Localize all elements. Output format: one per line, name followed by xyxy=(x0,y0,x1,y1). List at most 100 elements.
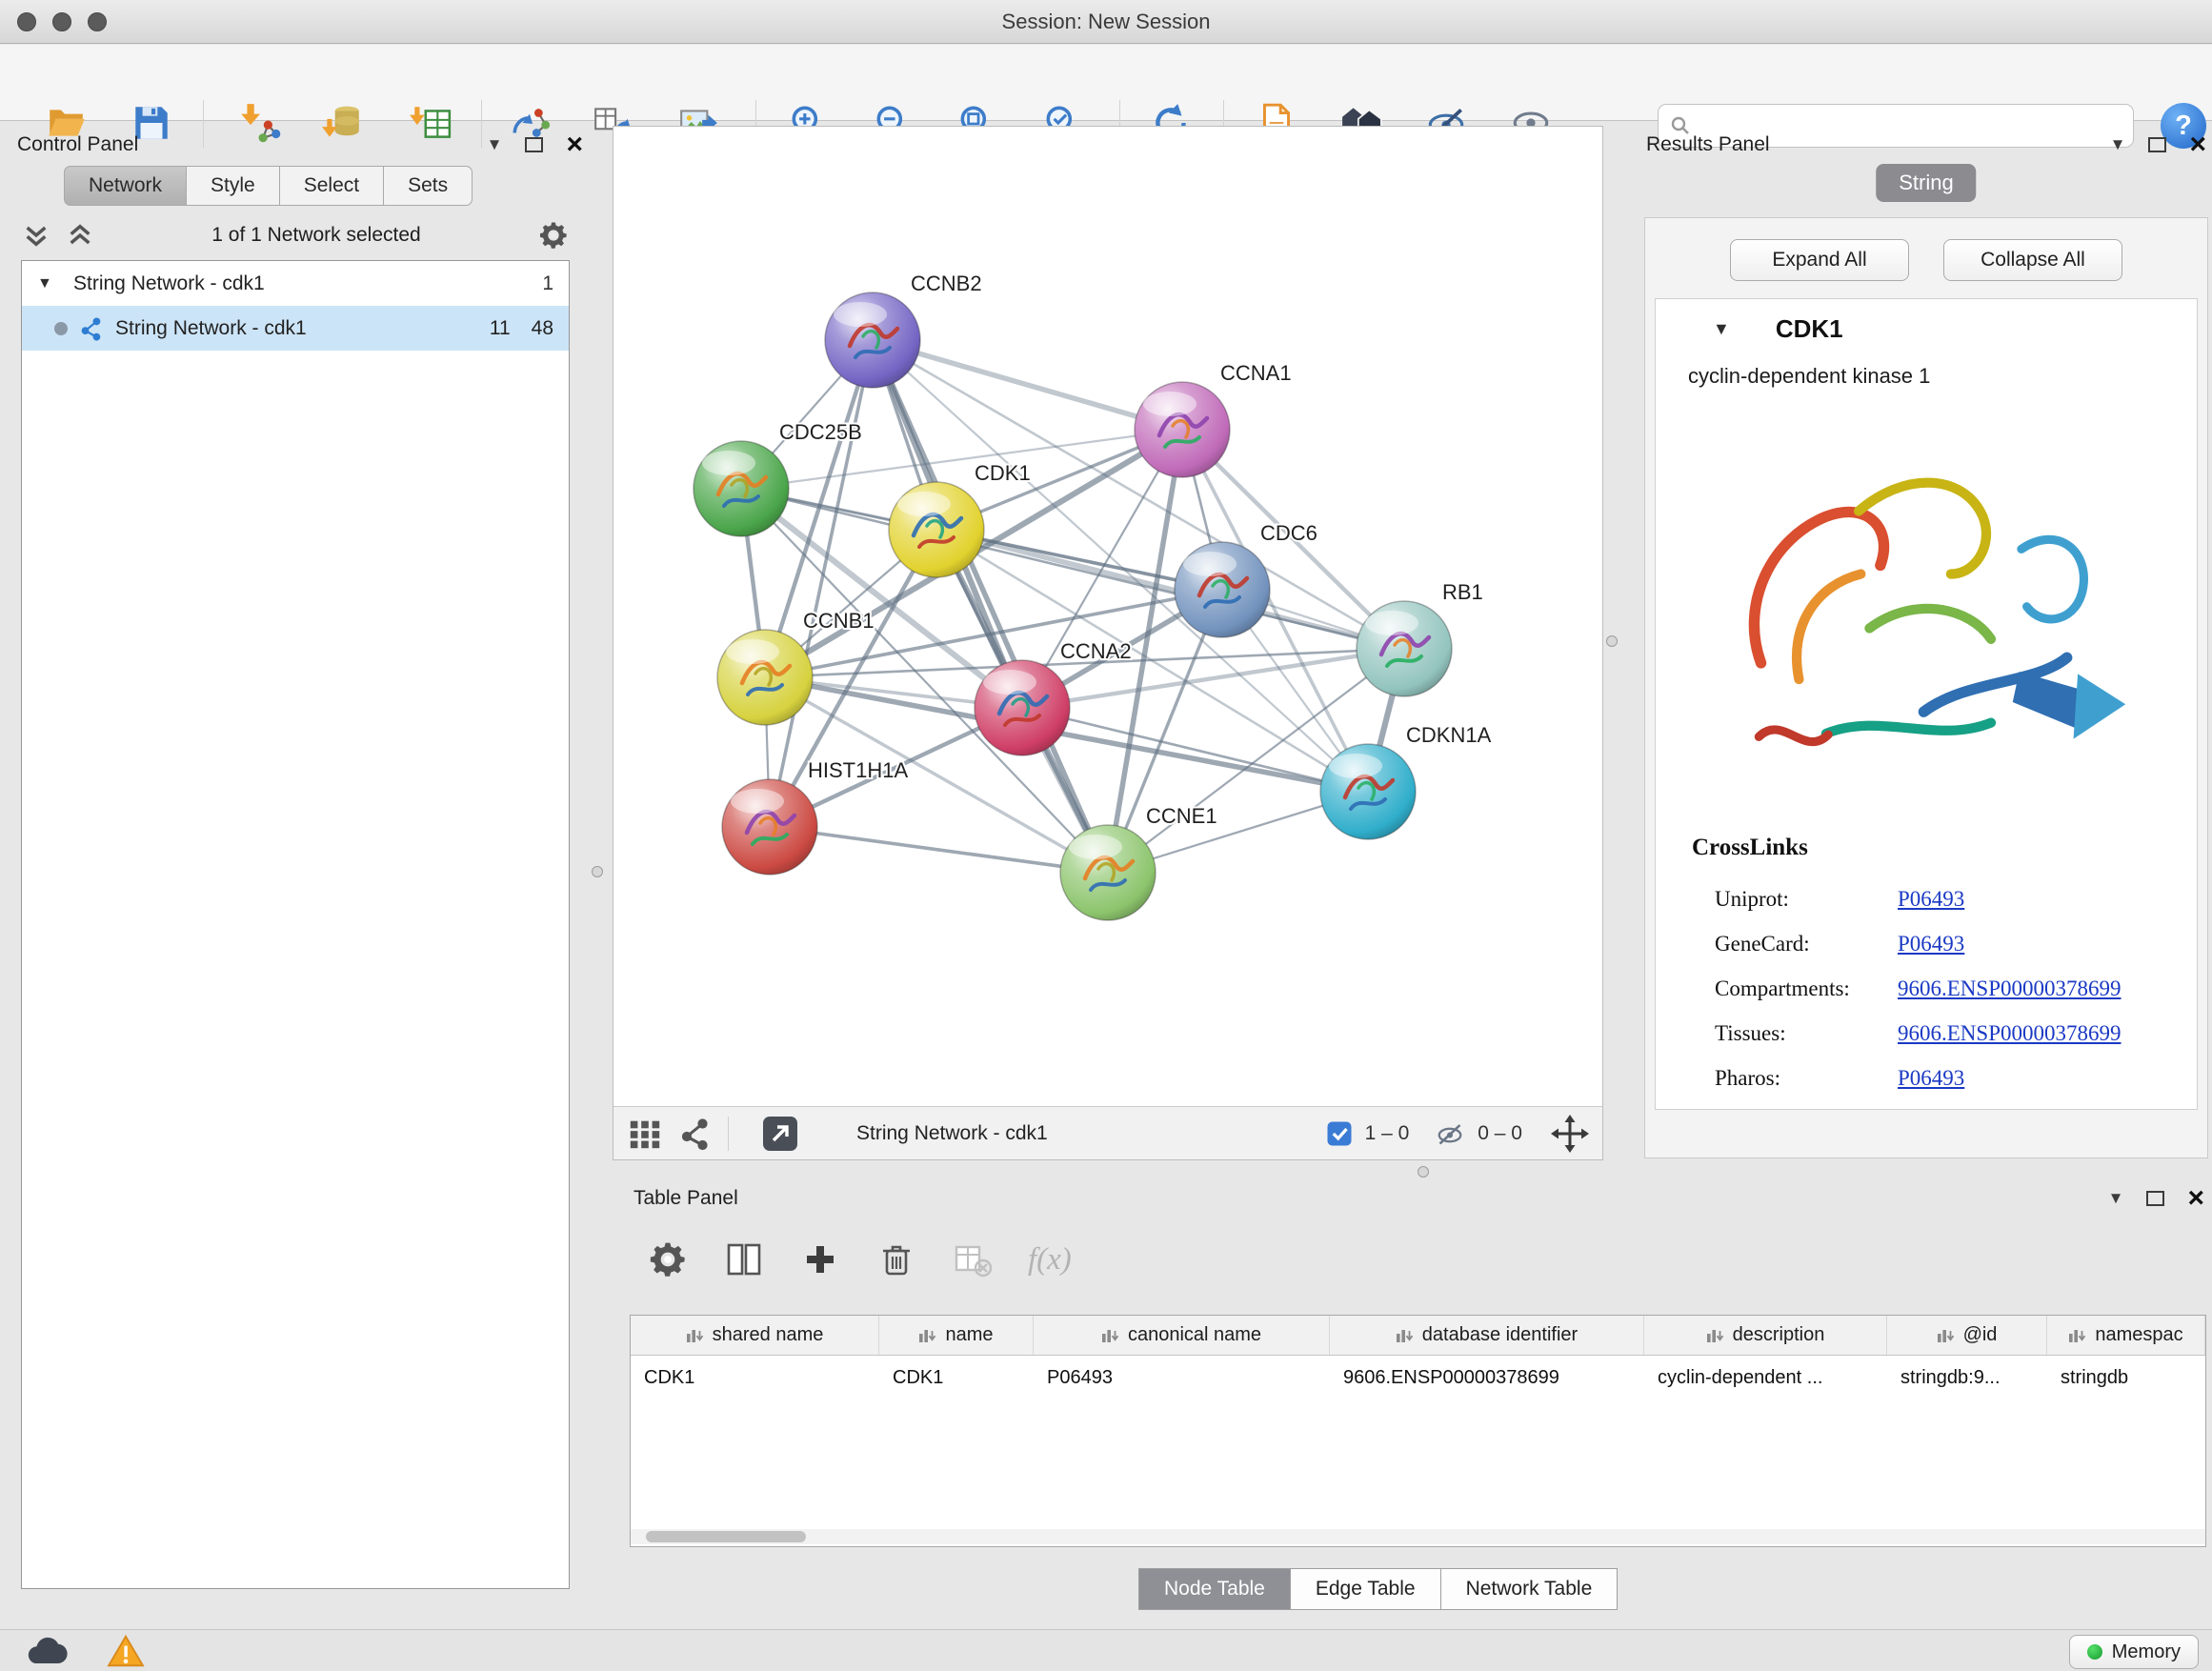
close-window-button[interactable] xyxy=(17,12,36,31)
column-header--id[interactable]: @id xyxy=(1887,1316,2047,1355)
collapse-all-button[interactable]: Collapse All xyxy=(1943,239,2122,281)
collapse-all-icon[interactable] xyxy=(21,220,51,251)
node-label: CDC6 xyxy=(1260,521,1317,545)
network-collection-row[interactable]: ▼ String Network - cdk1 1 xyxy=(22,261,569,306)
network-node-RB1[interactable]: RB1 xyxy=(1357,580,1483,696)
network-node-CCNA1[interactable]: CCNA1 xyxy=(1135,361,1292,477)
zoom-window-button[interactable] xyxy=(88,12,107,31)
network-node-CDKN1A[interactable]: CDKN1A xyxy=(1320,723,1492,839)
control-panel-header: Control Panel ▼ × xyxy=(17,126,583,164)
table-panel-header: Table Panel ▼ × xyxy=(633,1179,2204,1218)
tab-network-table[interactable]: Network Table xyxy=(1440,1568,1619,1610)
column-header-shared-name[interactable]: shared name xyxy=(631,1316,879,1355)
column-header-namespac[interactable]: namespac xyxy=(2047,1316,2205,1355)
network-glyph-icon[interactable] xyxy=(678,1117,713,1151)
panel-menu-icon[interactable]: ▼ xyxy=(2110,135,2126,154)
column-header-description[interactable]: description xyxy=(1644,1316,1887,1355)
statusbar: Memory xyxy=(0,1629,2212,1671)
delete-column-icon[interactable] xyxy=(875,1238,917,1280)
float-panel-icon[interactable] xyxy=(2148,137,2166,152)
results-panel: Results Panel ▼ × String Expand All Coll… xyxy=(1640,126,2212,1160)
table-cell[interactable]: P06493 xyxy=(1034,1356,1330,1399)
birdseye-grid-icon[interactable] xyxy=(627,1116,663,1152)
float-panel-icon[interactable] xyxy=(525,137,543,152)
results-panel-header: Results Panel ▼ × xyxy=(1646,126,2206,164)
column-header-canonical-name[interactable]: canonical name xyxy=(1034,1316,1330,1355)
table-cell[interactable]: stringdb:9... xyxy=(1887,1356,2047,1399)
memory-button[interactable]: Memory xyxy=(2069,1635,2199,1669)
column-header-database-identifier[interactable]: database identifier xyxy=(1330,1316,1644,1355)
float-panel-icon[interactable] xyxy=(2146,1191,2164,1206)
crosslink-link[interactable]: 9606.ENSP00000378699 xyxy=(1898,976,2122,1001)
expand-all-button[interactable]: Expand All xyxy=(1730,239,1909,281)
tab-network[interactable]: Network xyxy=(64,166,187,206)
crosslink-link[interactable]: P06493 xyxy=(1898,932,1964,956)
node-label: HIST1H1A xyxy=(808,758,908,782)
tab-edge-table[interactable]: Edge Table xyxy=(1290,1568,1441,1610)
column-header-name[interactable]: name xyxy=(879,1316,1034,1355)
tab-select[interactable]: Select xyxy=(279,166,384,206)
panel-menu-icon[interactable]: ▼ xyxy=(2108,1189,2124,1208)
add-column-icon[interactable] xyxy=(799,1238,841,1280)
table-cell[interactable]: stringdb xyxy=(2047,1356,2205,1399)
string-results-box: Expand All Collapse All ▼ CDK1 cyclin-de… xyxy=(1644,217,2208,1158)
node-label: CDK1 xyxy=(975,461,1031,485)
table-panel: Table Panel ▼ × xyxy=(624,1179,2212,1629)
network-node-CCNB2[interactable]: CCNB2 xyxy=(825,272,982,388)
tab-string[interactable]: String xyxy=(1876,164,1976,202)
table-row[interactable]: CDK1CDK1P064939606.ENSP00000378699cyclin… xyxy=(631,1356,2205,1399)
network-row[interactable]: String Network - cdk1 11 48 xyxy=(22,306,569,351)
table-cell[interactable]: 9606.ENSP00000378699 xyxy=(1330,1356,1644,1399)
splitter-knob-bottom[interactable] xyxy=(1418,1166,1429,1178)
warning-icon[interactable] xyxy=(99,1633,152,1669)
selected-checkbox-icon[interactable] xyxy=(1325,1119,1354,1148)
gear-icon[interactable] xyxy=(537,219,570,252)
tree-caret-icon[interactable]: ▼ xyxy=(37,275,62,292)
table-cell[interactable]: CDK1 xyxy=(879,1356,1034,1399)
panel-menu-icon[interactable]: ▼ xyxy=(487,135,503,154)
collapse-gene-icon[interactable]: ▼ xyxy=(1713,319,1730,339)
table-tabs: Node TableEdge TableNetwork Table xyxy=(1139,1568,1618,1610)
control-panel: Control Panel ▼ × NetworkStyleSelectSets… xyxy=(10,126,596,1629)
cloud-icon[interactable] xyxy=(19,1633,72,1669)
network-node-CCNB1[interactable]: CCNB1 xyxy=(717,609,875,725)
gear-icon[interactable] xyxy=(647,1238,689,1280)
close-panel-icon[interactable]: × xyxy=(2189,137,2206,152)
open-in-window-icon[interactable] xyxy=(761,1115,799,1153)
table-cell[interactable]: CDK1 xyxy=(631,1356,879,1399)
expand-all-icon[interactable] xyxy=(65,220,95,251)
network-list-toolbar: 1 of 1 Network selected xyxy=(21,213,570,257)
crosslink-link[interactable]: P06493 xyxy=(1898,887,1964,912)
node-table-body: CDK1CDK1P064939606.ENSP00000378699cyclin… xyxy=(631,1356,2205,1399)
pan-crosshair-icon[interactable] xyxy=(1551,1115,1589,1153)
node-table[interactable]: shared name name canonical name database… xyxy=(630,1315,2206,1547)
tab-sets[interactable]: Sets xyxy=(383,166,473,206)
minimize-window-button[interactable] xyxy=(52,12,71,31)
network-node-CDC25B[interactable]: CDC25B xyxy=(694,420,862,536)
selected-counts: 1 – 0 xyxy=(1365,1122,1410,1145)
hidden-eye-icon[interactable] xyxy=(1434,1119,1466,1148)
select-columns-icon[interactable] xyxy=(723,1238,765,1280)
tab-node-table[interactable]: Node Table xyxy=(1138,1568,1291,1610)
network-selected-status: 1 of 1 Network selected xyxy=(95,224,537,247)
hidden-counts: 0 – 0 xyxy=(1478,1122,1522,1145)
results-panel-title: Results Panel xyxy=(1646,133,1770,156)
network-tree: ▼ String Network - cdk1 1 String Network… xyxy=(21,260,570,1589)
current-network-bullet-icon xyxy=(54,322,68,335)
table-cell[interactable]: cyclin-dependent ... xyxy=(1644,1356,1887,1399)
crosslink-link[interactable]: P06493 xyxy=(1898,1066,1964,1091)
splitter-knob-left[interactable] xyxy=(592,866,603,877)
horizontal-scrollbar[interactable] xyxy=(631,1529,2205,1544)
close-panel-icon[interactable]: × xyxy=(566,137,583,152)
scrollbar-thumb[interactable] xyxy=(646,1531,806,1542)
network-graph[interactable]: CCNB2 CCNA1 CDC25B xyxy=(613,127,1602,1106)
gene-description: cyclin-dependent kinase 1 xyxy=(1688,364,1930,389)
close-panel-icon[interactable]: × xyxy=(2187,1191,2204,1206)
collection-count: 1 xyxy=(542,272,553,295)
network-node-CDK1[interactable]: CDK1 xyxy=(889,461,1031,577)
splitter-knob-right[interactable] xyxy=(1606,635,1618,647)
network-node-HIST1H1A[interactable]: HIST1H1A xyxy=(722,758,908,875)
tab-style[interactable]: Style xyxy=(186,166,280,206)
crosslink-link[interactable]: 9606.ENSP00000378699 xyxy=(1898,1021,2122,1046)
network-view[interactable]: CCNB2 CCNA1 CDC25B xyxy=(613,126,1603,1160)
